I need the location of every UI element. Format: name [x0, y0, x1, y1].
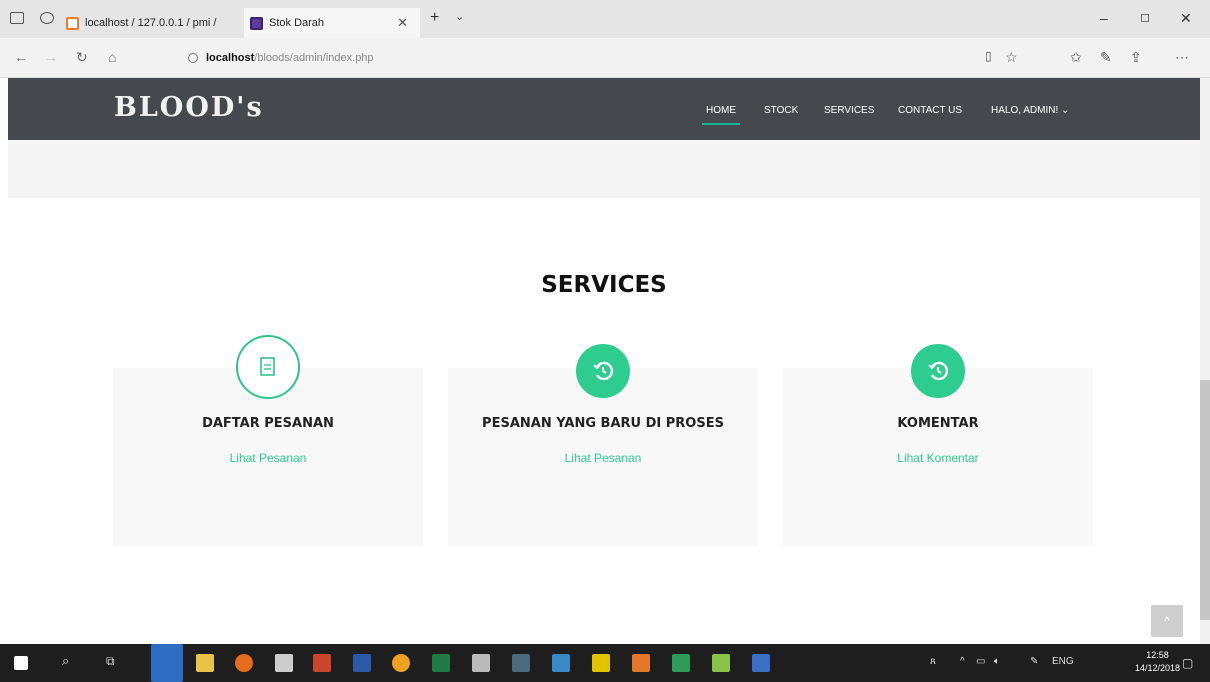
sticky-notes-icon[interactable] [592, 654, 610, 672]
home-icon[interactable]: ⌂ [108, 49, 116, 65]
clock-date: 14/12/2018 [1135, 663, 1181, 673]
card-link[interactable]: Lihat Pesanan [113, 451, 423, 465]
nav-stock[interactable]: STOCK [764, 105, 798, 116]
word-icon[interactable] [353, 654, 371, 672]
tab-actions-icon[interactable] [10, 12, 24, 24]
address-bar: ← → ↻ ⌂ localhost /bloods/admin/index.ph… [0, 38, 1210, 78]
clock-time: 12:58 [1146, 650, 1169, 660]
url-host: localhost [206, 52, 255, 64]
site-navbar: BLOOD's HOME STOCK SERVICES CONTACT US H… [8, 78, 1200, 140]
card-link[interactable]: Lihat Komentar [783, 451, 1093, 465]
excel-icon[interactable] [432, 654, 450, 672]
pen-icon[interactable]: ✎ [1100, 49, 1112, 66]
app-icon[interactable] [512, 654, 530, 672]
close-window-icon[interactable]: ✕ [1180, 10, 1192, 27]
back-to-top-button[interactable]: ^ [1151, 605, 1183, 637]
nav-home[interactable]: HOME [702, 105, 740, 125]
network-icon[interactable]: ▭ [976, 656, 985, 667]
file-explorer-icon[interactable] [196, 654, 214, 672]
minimize-icon[interactable]: – [1100, 10, 1108, 26]
favorites-hub-icon[interactable]: ✩ [1070, 49, 1082, 66]
people-icon[interactable] [472, 654, 490, 672]
tab-preview-chevron-icon[interactable]: ⌄ [455, 10, 464, 23]
tab-label: localhost / 127.0.0.1 / pmi / [85, 17, 217, 29]
phpmyadmin-favicon-icon [66, 16, 79, 30]
site-favicon-icon [250, 16, 263, 30]
powerpoint-icon[interactable] [313, 654, 331, 672]
tray-chevron-icon[interactable]: ^ [960, 656, 965, 667]
edge-icon[interactable] [151, 644, 183, 682]
share-icon[interactable]: ⇪ [1130, 49, 1142, 66]
nav-admin-dropdown[interactable]: HALO, ADMIN! ⌄ [991, 105, 1069, 116]
chevron-up-icon: ^ [1164, 614, 1170, 628]
hero-strip [8, 140, 1200, 198]
task-view-icon[interactable]: ⧉ [106, 654, 115, 669]
app-icon[interactable] [552, 654, 570, 672]
tab-label: Stok Darah [269, 17, 325, 29]
tab-phpmyadmin[interactable]: localhost / 127.0.0.1 / pmi / [66, 8, 236, 38]
site-logo[interactable]: BLOOD's [114, 92, 264, 123]
back-icon[interactable]: ← [14, 49, 28, 65]
notifications-icon[interactable]: ▢ [1182, 656, 1193, 670]
taskbar-clock[interactable]: 12:58 14/12/2018 [1135, 649, 1180, 675]
notepad-icon[interactable] [712, 654, 730, 672]
search-icon[interactable]: ⌕ [62, 653, 69, 669]
maximize-icon[interactable]: ◻ [1140, 10, 1150, 24]
forward-icon[interactable]: → [44, 49, 58, 65]
card-title: DAFTAR PESANAN [202, 416, 334, 431]
windows-taskbar: ⌕ ⧉ ጸ ^ ▭ 🔈︎ ✎ ENG 12:58 14/12/2018 ▢ [0, 644, 1210, 682]
browser-tab-bar: localhost / 127.0.0.1 / pmi / Stok Darah… [0, 0, 1210, 38]
pen-tray-icon[interactable]: ✎ [1030, 656, 1038, 667]
services-title: SERVICES [541, 272, 667, 298]
xampp-icon[interactable] [632, 654, 650, 672]
nav-contact-us[interactable]: CONTACT US [898, 105, 962, 116]
card-title: KOMENTAR [897, 416, 979, 431]
start-icon[interactable] [14, 656, 28, 670]
refresh-icon[interactable]: ↻ [76, 49, 88, 66]
tab-stok-darah[interactable]: Stok Darah ✕ [244, 8, 420, 38]
reading-view-icon[interactable]: ▯ [985, 49, 992, 63]
nav-services[interactable]: SERVICES [824, 105, 874, 116]
url-field[interactable]: localhost /bloods/admin/index.php [188, 52, 374, 64]
document-icon [236, 335, 300, 399]
people-tray-icon[interactable]: ጸ [930, 656, 936, 667]
volume-icon[interactable]: 🔈︎ [994, 656, 1000, 667]
store-icon[interactable] [275, 654, 293, 672]
new-tab-icon[interactable]: + [430, 9, 439, 27]
tab-history-icon[interactable] [40, 12, 54, 24]
site-info-icon[interactable] [188, 53, 198, 63]
app-icon[interactable] [752, 654, 770, 672]
favorite-star-icon[interactable]: ☆ [1005, 49, 1018, 66]
card-title: PESANAN YANG BARU DI PROSES [482, 416, 724, 431]
close-tab-icon[interactable]: ✕ [397, 15, 408, 31]
app-icon[interactable] [672, 654, 690, 672]
chrome-icon[interactable] [392, 654, 410, 672]
card-link[interactable]: Lihat Pesanan [448, 451, 758, 465]
history-icon [911, 344, 965, 398]
firefox-icon[interactable] [235, 654, 253, 672]
history-icon [576, 344, 630, 398]
url-path: /bloods/admin/index.php [254, 52, 374, 64]
more-icon[interactable]: ⋯ [1175, 49, 1189, 66]
scrollbar-thumb[interactable] [1200, 380, 1210, 620]
language-indicator[interactable]: ENG [1052, 656, 1074, 667]
